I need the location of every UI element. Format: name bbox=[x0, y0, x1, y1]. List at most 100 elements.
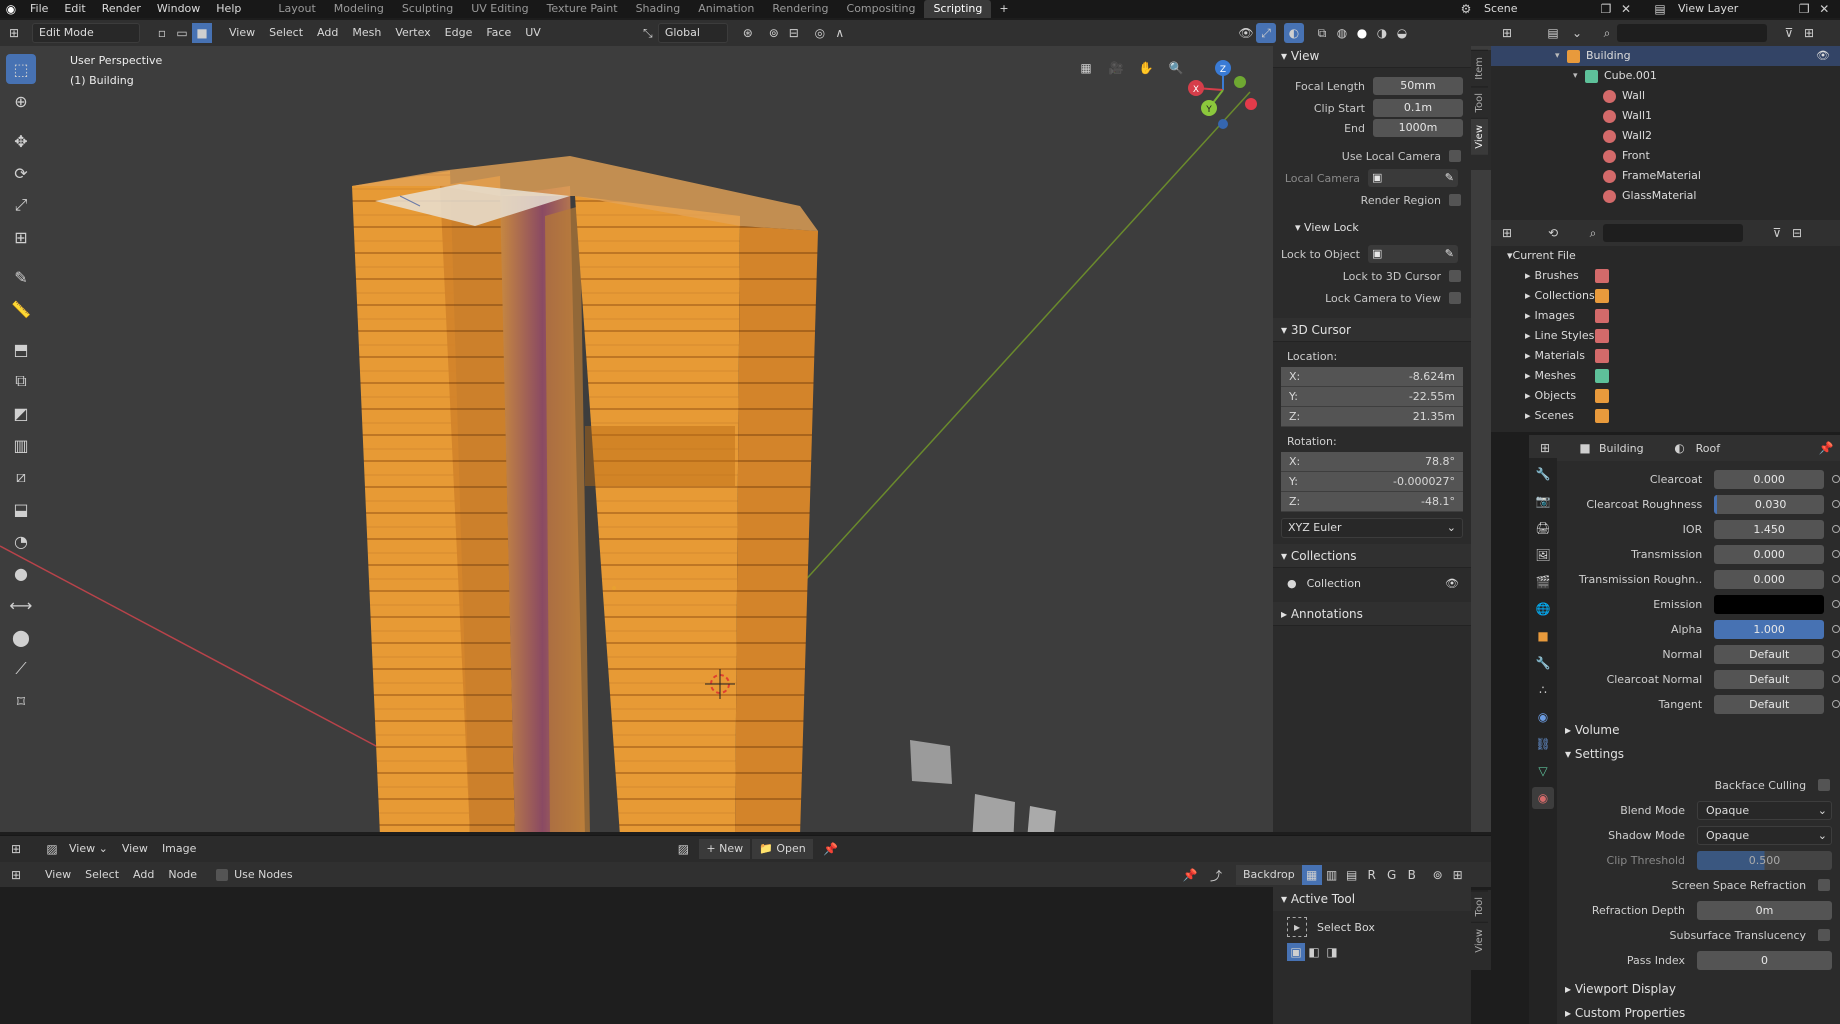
clip-threshold-field[interactable]: 0.500 bbox=[1697, 850, 1832, 870]
image-pin-icon[interactable]: 📌 bbox=[821, 839, 841, 859]
properties-editor-icon[interactable]: ⊞ bbox=[1535, 438, 1555, 458]
proportional-edit-icon[interactable]: ◎ bbox=[810, 23, 830, 43]
lock-to-object-field[interactable]: ▣ ✎ bbox=[1368, 245, 1458, 263]
outliner-new-collection-icon[interactable]: ⊞ bbox=[1799, 23, 1819, 43]
camera-view-icon[interactable]: 🎥 bbox=[1106, 58, 1126, 78]
material-shading-icon[interactable]: ◑ bbox=[1372, 23, 1392, 43]
material-prop-field[interactable]: 0.030 bbox=[1714, 494, 1825, 514]
socket-dot-icon[interactable] bbox=[1832, 525, 1840, 533]
material-prop-field[interactable]: 0.000 bbox=[1714, 544, 1825, 564]
active-tool-tab-tool[interactable]: Tool bbox=[1471, 890, 1488, 923]
cursor-tool-icon[interactable]: ⊕ bbox=[6, 86, 36, 116]
custom-properties-section-header[interactable]: ▸ Custom Properties bbox=[1557, 1001, 1840, 1024]
outliner-item-wall[interactable]: Wall bbox=[1491, 86, 1840, 106]
backdrop-toggle[interactable]: Backdrop bbox=[1236, 865, 1302, 885]
material-prop-field[interactable]: 1.450 bbox=[1714, 519, 1825, 539]
backdrop-image-icon[interactable]: ▤ bbox=[1342, 865, 1362, 885]
xray-icon[interactable]: ⧉ bbox=[1312, 23, 1332, 43]
image-menu[interactable]: Image bbox=[155, 839, 203, 859]
tab-compositing[interactable]: Compositing bbox=[838, 0, 925, 18]
outliner-search-icon[interactable]: ⌕ bbox=[1597, 23, 1617, 43]
image-editor-type-icon[interactable]: ⊞ bbox=[6, 839, 26, 859]
socket-dot-icon[interactable] bbox=[1832, 475, 1840, 483]
socket-dot-icon[interactable] bbox=[1832, 550, 1840, 558]
material-prop-field[interactable]: 1.000 bbox=[1714, 619, 1825, 639]
view-section-header[interactable]: ▾ View bbox=[1273, 44, 1471, 68]
cursor-loc-x-field[interactable]: X: -8.624m bbox=[1281, 367, 1463, 387]
node-menu-view[interactable]: View bbox=[38, 865, 78, 885]
collections-section-header[interactable]: ▾ Collections bbox=[1273, 544, 1471, 568]
new-scene-icon[interactable]: ❐ bbox=[1596, 0, 1616, 19]
extrude-tool-icon[interactable]: ⬒ bbox=[6, 334, 36, 364]
menu-edit[interactable]: Edit bbox=[56, 0, 93, 18]
pan-hand-icon[interactable]: ✋ bbox=[1136, 58, 1156, 78]
output-tab-icon[interactable]: 🖨 bbox=[1532, 517, 1554, 539]
expand-arrow-icon[interactable]: ▸ bbox=[1525, 406, 1531, 426]
node-snap-icon[interactable]: ⊚ bbox=[1428, 865, 1448, 885]
blender-logo-icon[interactable]: ◉ bbox=[0, 0, 22, 19]
viewport-menu-select[interactable]: Select bbox=[262, 23, 310, 43]
measure-tool-icon[interactable]: 📏 bbox=[6, 294, 36, 324]
image-view-dropdown[interactable]: View ⌄ bbox=[62, 839, 115, 859]
material-prop-field[interactable]: Default bbox=[1714, 644, 1825, 664]
3d-viewport[interactable]: Z X Y User Perspective (1) Building ▦ 🎥 … bbox=[0, 46, 1491, 832]
viewport-menu-uv[interactable]: UV bbox=[518, 23, 548, 43]
overlay-icon[interactable]: ◐ bbox=[1284, 23, 1304, 43]
file-item-line-styles[interactable]: ▸ Line Styles bbox=[1491, 326, 1840, 346]
lock-camera-checkbox[interactable] bbox=[1449, 292, 1461, 304]
backdrop-alpha-icon[interactable]: ▥ bbox=[1322, 865, 1342, 885]
render-region-checkbox[interactable] bbox=[1449, 194, 1461, 206]
rotate-tool-icon[interactable]: ⟳ bbox=[6, 158, 36, 188]
tab-sculpting[interactable]: Sculpting bbox=[393, 0, 462, 18]
expand-arrow-icon[interactable]: ▸ bbox=[1525, 326, 1531, 346]
clip-end-field[interactable]: 1000m bbox=[1373, 119, 1463, 137]
physics-tab-icon[interactable]: ◉ bbox=[1532, 706, 1554, 728]
cursor-loc-y-field[interactable]: Y: -22.55m bbox=[1281, 387, 1463, 407]
annotate-tool-icon[interactable]: ✎ bbox=[6, 262, 36, 292]
material-prop-field[interactable]: Default bbox=[1714, 669, 1825, 689]
settings-section-header[interactable]: ▾ Settings bbox=[1557, 742, 1840, 766]
viewport-menu-face[interactable]: Face bbox=[479, 23, 518, 43]
data-tab-icon[interactable]: ▽ bbox=[1532, 760, 1554, 782]
collection-eye-icon[interactable]: 👁 bbox=[1445, 577, 1459, 590]
socket-dot-icon[interactable] bbox=[1832, 675, 1840, 683]
lock-to-cursor-checkbox[interactable] bbox=[1449, 270, 1461, 282]
menu-window[interactable]: Window bbox=[149, 0, 208, 18]
node-menu-node[interactable]: Node bbox=[161, 865, 204, 885]
outliner-search-input[interactable] bbox=[1617, 24, 1767, 42]
solid-shading-icon[interactable]: ● bbox=[1352, 23, 1372, 43]
node-menu-select[interactable]: Select bbox=[78, 865, 126, 885]
eyedropper-icon[interactable]: ✎ bbox=[1445, 169, 1458, 187]
focal-length-field[interactable]: 50mm bbox=[1373, 77, 1463, 95]
cursor-rot-z-field[interactable]: Z: -48.1° bbox=[1281, 492, 1463, 512]
pass-index-field[interactable]: 0 bbox=[1697, 950, 1832, 970]
rendered-shading-icon[interactable]: ◒ bbox=[1392, 23, 1412, 43]
node-snap-target-icon[interactable]: ⊞ bbox=[1448, 865, 1468, 885]
toggle-view-grid-icon[interactable]: ▦ bbox=[1076, 58, 1096, 78]
object-tab-icon[interactable]: ■ bbox=[1532, 625, 1554, 647]
spin-tool-icon[interactable]: ◔ bbox=[6, 526, 36, 556]
viewport-menu-edge[interactable]: Edge bbox=[438, 23, 480, 43]
falloff-icon[interactable]: ∧ bbox=[830, 23, 850, 43]
tab-uv-editing[interactable]: UV Editing bbox=[462, 0, 537, 18]
mode-dropdown[interactable]: Edit Mode bbox=[32, 23, 140, 43]
visibility-icon[interactable]: 👁 bbox=[1236, 23, 1256, 43]
file-browser-mode-icon[interactable]: ⟲ bbox=[1543, 223, 1563, 243]
editor-type-icon[interactable]: ⊞ bbox=[4, 23, 24, 43]
file-item-materials[interactable]: ▸ Materials bbox=[1491, 346, 1840, 366]
socket-dot-icon[interactable] bbox=[1832, 500, 1840, 508]
menu-help[interactable]: Help bbox=[208, 0, 249, 18]
clip-start-field[interactable]: 0.1m bbox=[1373, 99, 1463, 117]
image-browse-icon[interactable]: ▨ bbox=[673, 839, 693, 859]
cursor-rot-y-field[interactable]: Y: -0.000027° bbox=[1281, 472, 1463, 492]
tab-texture-paint[interactable]: Texture Paint bbox=[538, 0, 627, 18]
viewport-menu-vertex[interactable]: Vertex bbox=[388, 23, 437, 43]
expand-arrow-icon[interactable]: ▸ bbox=[1525, 346, 1531, 366]
expand-arrow-icon[interactable]: ▸ bbox=[1525, 386, 1531, 406]
delete-view-layer-icon[interactable]: ✕ bbox=[1814, 0, 1834, 19]
smooth-tool-icon[interactable]: ● bbox=[6, 558, 36, 588]
outliner-item-cube-001[interactable]: ▾ Cube.001 bbox=[1491, 66, 1840, 86]
material-prop-field[interactable] bbox=[1714, 594, 1825, 614]
image-new-button[interactable]: + New bbox=[699, 839, 751, 859]
backface-culling-checkbox[interactable] bbox=[1818, 779, 1830, 791]
